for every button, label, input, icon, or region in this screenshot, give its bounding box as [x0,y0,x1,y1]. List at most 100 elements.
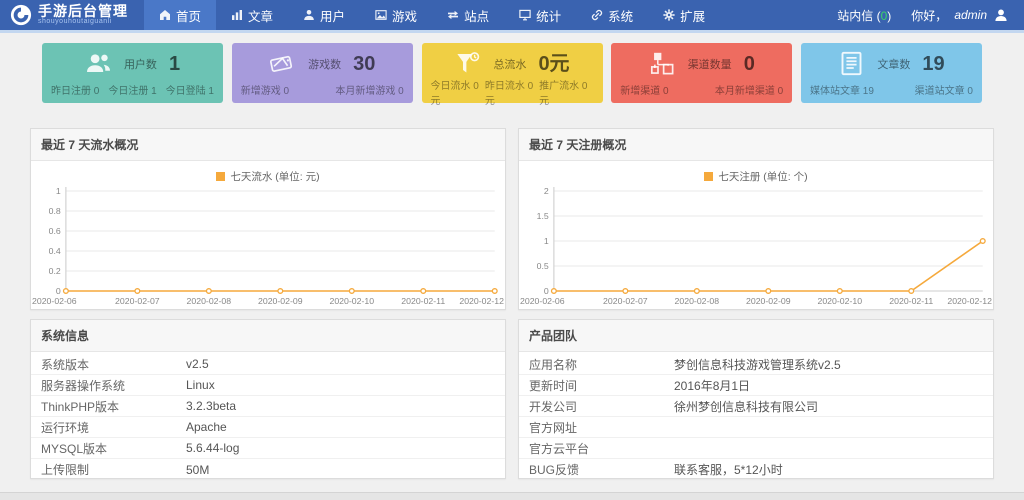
user-menu[interactable]: 你好， admin [911,7,1008,24]
svg-text:2020-02-12: 2020-02-12 [459,296,504,306]
nav-item-label: 游戏 [392,6,417,25]
svg-text:0.8: 0.8 [49,206,61,216]
card-sub-stat: 新增渠道 0 [620,82,668,97]
panel-title: 系统信息 [31,320,505,352]
funnel-clock-icon [454,50,481,77]
nav-item-article[interactable]: 文章 [216,0,288,30]
register-line-chart: 00.511.522020-02-062020-02-072020-02-082… [519,185,993,311]
monitor-icon [519,9,531,21]
footer-bar [0,492,1024,500]
legend-swatch [704,172,713,181]
card-sub-stat: 昨日注册 0 [51,82,99,97]
system-info-panel: 系统信息 系统版本v2.5服务器操作系统LinuxThinkPHP版本3.2.3… [30,319,506,479]
user-icon [303,9,315,21]
card-sub-stat: 新增游戏 0 [241,82,289,97]
image-icon [375,9,387,21]
svg-text:2: 2 [544,186,549,196]
chart-legend: 七天注册 (单位: 个) [519,161,993,184]
nav-menu: 首页 文章用户 游戏 站点 统计 系统扩展 [144,0,720,30]
svg-text:2020-02-11: 2020-02-11 [401,296,445,306]
info-row-value: 50M [186,463,209,477]
info-row: 运行环境Apache [31,417,505,438]
svg-text:1.5: 1.5 [537,211,549,221]
info-row-value: v2.5 [186,357,209,371]
info-row-label: 应用名称 [529,356,674,373]
card-value: 1 [169,54,180,74]
users-icon [85,50,112,77]
info-row-label: 官方云平台 [529,440,674,457]
home-icon [159,9,171,21]
svg-text:2020-02-07: 2020-02-07 [115,296,160,306]
info-row-value: 联系客服，5*12小时 [674,461,783,478]
info-row-value: Linux [186,378,215,392]
card-label: 用户数 [124,56,157,72]
info-row: 上传限制50M [31,459,505,480]
brand-subtitle: shouyouhoutaiguanli [38,18,128,25]
info-row: 官方云平台 [519,438,993,459]
svg-text:2020-02-11: 2020-02-11 [889,296,933,306]
nav-item-extend[interactable]: 扩展 [648,0,720,30]
greeting-text: 你好， [911,7,947,24]
bar-chart-icon [231,9,243,21]
nav-item-label: 统计 [536,6,561,25]
info-row: 开发公司徐州梦创信息科技有限公司 [519,396,993,417]
stat-card-games: 游戏数30新增游戏 0本月新增游戏 0 [232,43,413,103]
info-row-label: 服务器操作系统 [41,377,186,394]
nav-item-label: 首页 [176,6,201,25]
svg-text:2020-02-08: 2020-02-08 [675,296,720,306]
card-sub-stat: 媒体站文章 19 [810,82,874,97]
stat-cards-row: 用户数1昨日注册 0今日注册 1今日登陆 1游戏数30新增游戏 0本月新增游戏 … [42,43,982,103]
exchange-icon [447,9,459,21]
info-row: 应用名称梦创信息科技游戏管理系统v2.5 [519,354,993,375]
nav-item-label: 站点 [464,6,489,25]
info-row-value: 2016年8月1日 [674,377,750,394]
nav-item-home[interactable]: 首页 [144,0,216,30]
nav-item-site[interactable]: 站点 [432,0,504,30]
card-sub-stat: 昨日流水 0元 [485,77,539,107]
card-value: 19 [922,54,944,74]
svg-text:2020-02-06: 2020-02-06 [520,296,565,306]
gear-icon [663,9,675,21]
nav-item-game[interactable]: 游戏 [360,0,432,30]
messages-label: 站内信 [837,9,873,23]
info-row: 系统版本v2.5 [31,354,505,375]
svg-text:0.4: 0.4 [49,246,61,256]
card-sub-stat: 今日登陆 1 [166,82,214,97]
legend-label: 七天流水 (单位: 元) [230,169,319,184]
info-row-label: 开发公司 [529,398,674,415]
card-sub-stat: 今日流水 0元 [431,77,485,107]
product-team-panel: 产品团队 应用名称梦创信息科技游戏管理系统v2.5更新时间2016年8月1日开发… [518,319,994,479]
register-chart-panel: 最近 7 天注册概况 七天注册 (单位: 个) 00.511.522020-02… [518,128,994,310]
product-team-table: 应用名称梦创信息科技游戏管理系统v2.5更新时间2016年8月1日开发公司徐州梦… [519,352,993,480]
info-row: MYSQL版本5.6.44-log [31,438,505,459]
panel-title: 最近 7 天流水概况 [31,129,505,161]
card-sub-stat: 推广流水 0元 [539,77,593,107]
stat-card-users: 用户数1昨日注册 0今日注册 1今日登陆 1 [42,43,223,103]
card-label: 文章数 [877,56,910,72]
svg-text:0.6: 0.6 [49,226,61,236]
info-panels-row: 系统信息 系统版本v2.5服务器操作系统LinuxThinkPHP版本3.2.3… [30,319,994,479]
stat-card-channels: 渠道数量0新增渠道 0本月新增渠道 0 [611,43,792,103]
panel-title: 最近 7 天注册概况 [519,129,993,161]
info-row-value: 3.2.3beta [186,399,236,413]
card-value: 30 [353,54,375,74]
info-row: 更新时间2016年8月1日 [519,375,993,396]
link-icon [591,9,603,21]
top-navbar: 手游后台管理 shouyouhoutaiguanli 首页 文章用户 游戏 站点 统计 系… [0,0,1024,33]
nav-item-label: 文章 [248,6,273,25]
svg-text:1: 1 [544,236,549,246]
nav-item-user[interactable]: 用户 [288,0,360,30]
svg-text:0.5: 0.5 [537,261,549,271]
nav-item-system[interactable]: 系统 [576,0,648,30]
info-row-value: 5.6.44-log [186,441,239,455]
brand[interactable]: 手游后台管理 shouyouhoutaiguanli [0,0,144,30]
charts-row: 最近 7 天流水概况 七天流水 (单位: 元) 00.20.40.60.8120… [30,128,994,310]
legend-label: 七天注册 (单位: 个) [718,169,807,184]
info-row-label: MYSQL版本 [41,440,186,457]
nav-item-label: 系统 [608,6,633,25]
svg-text:0: 0 [56,286,61,296]
card-value: 0元 [538,54,569,74]
username: admin [954,8,987,22]
messages-link[interactable]: 站内信 (0) [837,7,891,24]
nav-item-stats[interactable]: 统计 [504,0,576,30]
